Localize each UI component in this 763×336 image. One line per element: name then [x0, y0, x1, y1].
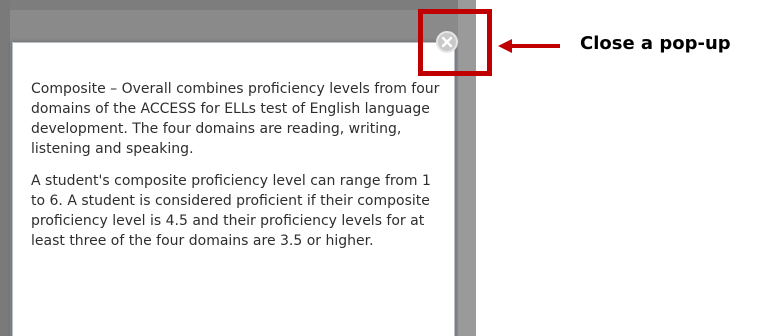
tutorial-screenshot: Composite – Overall combines proficiency… [0, 0, 763, 336]
close-button-highlight [418, 9, 492, 76]
overlay-top-edge [0, 0, 476, 10]
popup-paragraph-composite: Composite – Overall combines proficiency… [31, 81, 440, 157]
popup-dialog: Composite – Overall combines proficiency… [12, 42, 455, 336]
popup-content: Composite – Overall combines proficiency… [31, 79, 441, 263]
callout-label: Close a pop-up [580, 33, 731, 54]
left-arrow-icon [498, 39, 560, 53]
overlay-left-edge [0, 0, 10, 336]
popup-paragraph-proficiency: A student's composite proficiency level … [31, 173, 431, 249]
